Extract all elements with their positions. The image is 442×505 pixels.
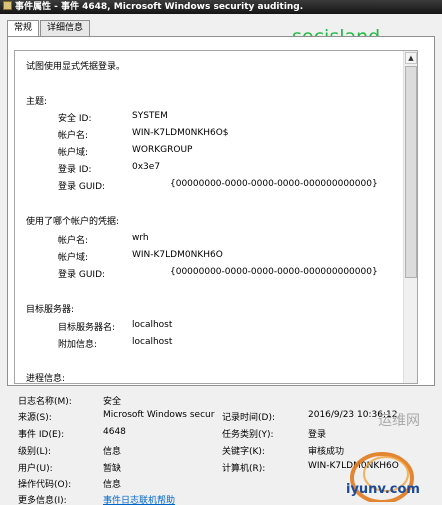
description-content: 试图使用显式凭据登录。 主题: 安全 ID: SYSTEM 帐户名: WIN-K… bbox=[15, 51, 410, 384]
creds-account-name-value: wrh bbox=[132, 233, 149, 243]
scroll-up-arrow-icon[interactable]: ▲ bbox=[405, 52, 417, 64]
subject-logon-guid-label: 登录 GUID: bbox=[58, 182, 106, 192]
tab-strip: 常规 详细信息 bbox=[7, 20, 91, 37]
source-value: Microsoft Windows secur bbox=[103, 410, 215, 420]
event-description-box[interactable]: 试图使用显式凭据登录。 主题: 安全 ID: SYSTEM 帐户名: WIN-K… bbox=[14, 50, 418, 384]
target-heading: 目标服务器: bbox=[26, 305, 75, 315]
subject-logon-id-label: 登录 ID: bbox=[58, 165, 92, 175]
window-titlebar: 事件属性 - 事件 4648, Microsoft Windows securi… bbox=[0, 0, 442, 14]
target-additional-info-label: 附加信息: bbox=[58, 340, 98, 350]
event-id-value: 4648 bbox=[103, 427, 126, 437]
subject-security-id-value: SYSTEM bbox=[132, 111, 168, 121]
scrollbar-thumb[interactable] bbox=[405, 66, 417, 278]
opcode-value: 信息 bbox=[103, 480, 122, 490]
online-help-link[interactable]: 事件日志联机帮助 bbox=[103, 493, 175, 505]
log-name-value: 安全 bbox=[103, 397, 122, 407]
tab-general[interactable]: 常规 bbox=[7, 20, 40, 37]
subject-account-domain-value: WORKGROUP bbox=[132, 145, 193, 155]
window-title: 事件属性 - 事件 4648, Microsoft Windows securi… bbox=[15, 2, 304, 12]
subject-account-domain-label: 帐户域: bbox=[58, 148, 89, 158]
target-server-name-value: localhost bbox=[132, 320, 173, 330]
creds-account-domain-label: 帐户域: bbox=[58, 253, 89, 263]
subject-account-name-value: WIN-K7LDM0NKH6O$ bbox=[132, 128, 229, 138]
more-info-label: 更多信息(I): bbox=[18, 496, 67, 505]
subject-logon-guid-value: {00000000-0000-0000-0000-000000000000} bbox=[170, 179, 378, 189]
creds-heading: 使用了哪个帐户的凭据: bbox=[26, 217, 120, 227]
logged-label: 记录时间(D): bbox=[222, 413, 275, 423]
creds-account-name-label: 帐户名: bbox=[58, 236, 89, 246]
creds-logon-guid-value: {00000000-0000-0000-0000-000000000000} bbox=[170, 267, 378, 277]
source-label: 来源(S): bbox=[18, 413, 52, 423]
task-category-label: 任务类别(Y): bbox=[222, 430, 274, 440]
description-intro: 试图使用显式凭据登录。 bbox=[26, 62, 126, 72]
target-additional-info-value: localhost bbox=[132, 337, 173, 347]
process-heading: 进程信息: bbox=[26, 374, 66, 384]
keywords-label: 关键字(K): bbox=[222, 447, 265, 457]
description-scrollbar[interactable]: ▲ ▼ bbox=[403, 51, 417, 383]
opcode-label: 操作代码(O): bbox=[18, 480, 72, 490]
level-label: 级别(L): bbox=[18, 447, 52, 457]
creds-account-domain-value: WIN-K7LDM0NKH6O bbox=[132, 250, 223, 260]
logo-chinese-text: 运维网 bbox=[378, 413, 420, 429]
logo-site-text: iyunv.com bbox=[346, 482, 420, 497]
task-category-value: 登录 bbox=[308, 430, 327, 440]
tab-details[interactable]: 详细信息 bbox=[40, 20, 91, 36]
subject-heading: 主题: bbox=[26, 97, 48, 107]
computer-label: 计算机(R): bbox=[222, 464, 266, 474]
creds-logon-guid-label: 登录 GUID: bbox=[58, 270, 106, 280]
subject-security-id-label: 安全 ID: bbox=[58, 114, 92, 124]
keywords-value: 审核成功 bbox=[308, 447, 345, 457]
user-value: 暂缺 bbox=[103, 464, 122, 474]
user-label: 用户(U): bbox=[18, 464, 53, 474]
target-server-name-label: 目标服务器名: bbox=[58, 323, 116, 333]
event-window-icon bbox=[3, 1, 12, 10]
level-value: 信息 bbox=[103, 447, 122, 457]
log-name-label: 日志名称(M): bbox=[18, 397, 72, 407]
event-id-label: 事件 ID(E): bbox=[18, 430, 65, 440]
subject-logon-id-value: 0x3e7 bbox=[132, 162, 161, 172]
subject-account-name-label: 帐户名: bbox=[58, 131, 89, 141]
